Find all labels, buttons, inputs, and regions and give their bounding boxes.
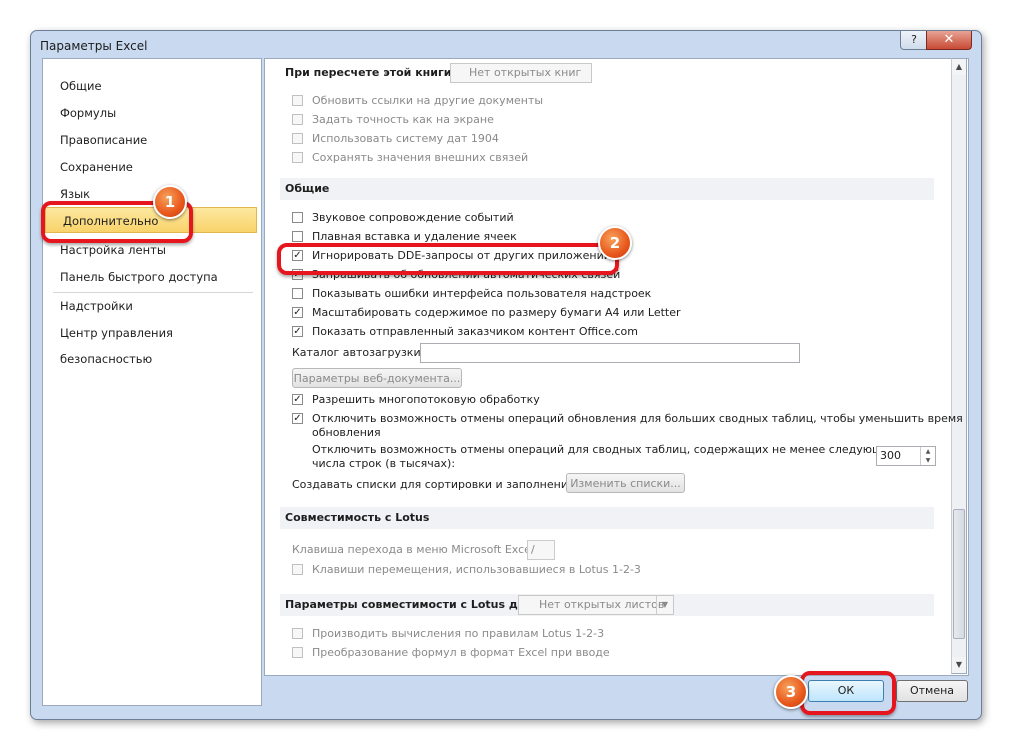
disable-undo-large-checkbox[interactable]: ✓ (292, 413, 303, 424)
autoload-input[interactable] (420, 343, 800, 363)
scrollbar-thumb[interactable] (953, 509, 965, 639)
undo-rows-value: 300 (880, 449, 901, 462)
undo-rows-label-line1: Отключить возможность отмены операций дл… (312, 443, 902, 456)
undo-rows-spinner[interactable]: 300 ▲ ▼ (876, 446, 936, 466)
save-external-label: Сохранять значения внешних связей (312, 151, 529, 164)
animation-label: Плавная вставка и удаление ячеек (312, 230, 517, 243)
sound-feedback-checkbox[interactable] (292, 212, 303, 223)
menu-key-input[interactable]: / (527, 540, 555, 560)
multithread-label: Разрешить многопотоковую обработку (312, 393, 540, 406)
recalc-book-value: Нет открытых книг (469, 66, 582, 79)
sidebar-item-general[interactable]: Общие (43, 73, 261, 99)
save-external-checkbox[interactable] (292, 152, 303, 163)
office-content-label: Показать отправленный заказчиком контент… (312, 325, 638, 338)
callout-2: 2 (598, 226, 632, 260)
web-options-button[interactable]: Параметры веб-документа... (292, 368, 462, 388)
lotus-sheet-dropdown[interactable]: Нет открытых листов ▼ (518, 595, 674, 615)
undo-rows-label-line2: числа строк (в тысячах): (312, 457, 456, 470)
vertical-scrollbar[interactable]: ▲ ▼ (951, 58, 967, 674)
callout-3: 3 (774, 675, 808, 709)
addin-errors-label: Показывать ошибки интерфейса пользовател… (312, 287, 652, 300)
multithread-checkbox[interactable]: ✓ (292, 394, 303, 405)
addin-errors-checkbox[interactable] (292, 288, 303, 299)
date1904-checkbox[interactable] (292, 133, 303, 144)
date1904-label: Использовать систему дат 1904 (312, 132, 499, 145)
recalc-book-label: При пересчете этой книги: (285, 66, 456, 79)
sidebar-item-quick-access[interactable]: Панель быстрого доступа (43, 264, 261, 290)
spinner-arrows-icon[interactable]: ▲ ▼ (920, 447, 935, 465)
update-links-checkbox[interactable] (292, 95, 303, 106)
lotus-sheet-value: Нет открытых листов (539, 598, 665, 611)
help-button[interactable]: ? (900, 31, 928, 50)
lotus-formula-label: Преобразование формул в формат Excel при… (312, 646, 610, 659)
close-button[interactable]: ✕ (926, 31, 972, 50)
update-links-label: Обновить ссылки на другие документы (312, 94, 544, 107)
autoload-label: Каталог автозагрузки: (292, 346, 425, 359)
lotus-calc-checkbox[interactable] (292, 628, 303, 639)
sidebar-item-formulas[interactable]: Формулы (43, 100, 261, 126)
highlight-ok (800, 671, 896, 715)
office-content-checkbox[interactable]: ✓ (292, 326, 303, 337)
sound-feedback-label: Звуковое сопровождение событий (312, 211, 514, 224)
sidebar-item-proofing[interactable]: Правописание (43, 127, 261, 153)
sidebar-item-addins[interactable]: Надстройки (43, 293, 261, 319)
section-general-header: Общие (280, 178, 934, 200)
animation-checkbox[interactable] (292, 231, 303, 242)
lotus-nav-keys-label: Клавиши перемещения, использовавшиеся в … (312, 563, 641, 576)
precision-checkbox[interactable] (292, 114, 303, 125)
highlight-ignore-dde (277, 243, 619, 275)
chevron-down-icon[interactable]: ▼ (656, 596, 673, 614)
menu-key-label: Клавиша перехода в меню Microsoft Excel: (292, 543, 538, 556)
dialog-title: Параметры Excel (40, 39, 148, 53)
edit-lists-button[interactable]: Изменить списки... (566, 473, 685, 493)
scale-paper-checkbox[interactable]: ✓ (292, 307, 303, 318)
scale-paper-label: Масштабировать содержимое по размеру бум… (312, 306, 681, 319)
sidebar-item-trust-center[interactable]: Центр управления безопасностью (43, 320, 261, 366)
sidebar: Общие Формулы Правописание Сохранение Яз… (42, 58, 262, 706)
section-lotus-header: Совместимость с Lotus (280, 507, 934, 529)
lotus-nav-keys-checkbox[interactable] (292, 564, 303, 575)
cancel-button[interactable]: Отмена (896, 680, 968, 702)
sort-lists-label: Создавать списки для сортировки и заполн… (292, 478, 579, 491)
disable-undo-large-label-line2: обновления (312, 426, 381, 439)
lotus-calc-label: Производить вычисления по правилам Lotus… (312, 627, 605, 640)
scroll-up-arrow-icon[interactable]: ▲ (952, 59, 966, 75)
sidebar-item-save[interactable]: Сохранение (43, 154, 261, 180)
disable-undo-large-label-line1: Отключить возможность отмены операций об… (312, 412, 963, 425)
scroll-down-arrow-icon[interactable]: ▼ (952, 657, 966, 673)
precision-label: Задать точность как на экране (312, 113, 494, 126)
lotus-formula-checkbox[interactable] (292, 647, 303, 658)
callout-1: 1 (153, 185, 187, 219)
recalc-book-dropdown[interactable]: Нет открытых книг (450, 63, 592, 83)
